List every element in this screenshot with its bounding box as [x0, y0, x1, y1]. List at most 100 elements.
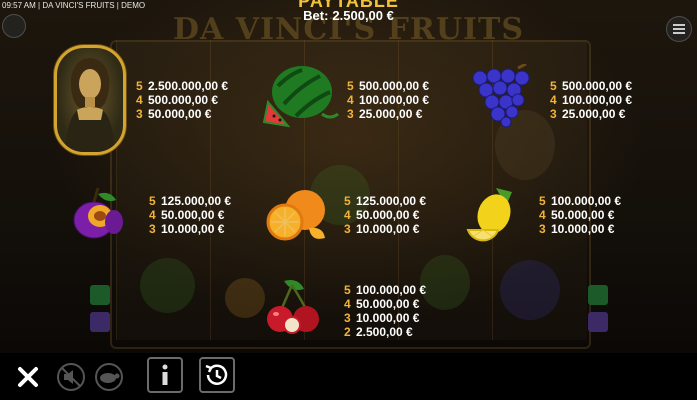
symbol-count: 5: [539, 194, 546, 208]
symbol-count: 5: [550, 79, 557, 93]
sound-button[interactable]: [56, 362, 86, 392]
close-button[interactable]: [14, 362, 42, 392]
watermelon-symbol: [262, 66, 339, 128]
symbol-count: 4: [347, 93, 354, 107]
side-button: [90, 312, 110, 332]
background-symbol: [140, 258, 195, 313]
payout-amount: 25.000,00 €: [359, 107, 423, 121]
cherry-pays: 5 100.000,00 € 4 50.000,00 € 3 10.000,00 € …: [344, 283, 426, 339]
symbol-count: 5: [344, 283, 351, 297]
payout-amount: 50.000,00 €: [356, 208, 420, 222]
symbol-count: 3: [136, 107, 143, 121]
symbol-count: 4: [550, 93, 557, 107]
pay-row: 3 10.000,00 €: [149, 222, 231, 236]
pay-row: 2 2.500,00 €: [344, 325, 426, 339]
symbol-count: 4: [344, 208, 351, 222]
symbol-count: 5: [136, 79, 143, 93]
payout-amount: 100.000,00 €: [359, 93, 430, 107]
symbol-count: 3: [344, 222, 351, 236]
info-button[interactable]: [147, 357, 183, 393]
pay-row: 5 125.000,00 €: [344, 194, 426, 208]
background-symbol: [420, 255, 470, 310]
turbo-turtle-icon: [95, 363, 123, 391]
sound-off-icon: [57, 363, 85, 391]
pay-row: 5 100.000,00 €: [539, 194, 621, 208]
info-icon: [162, 364, 168, 385]
symbol-count: 5: [149, 194, 156, 208]
pay-row: 3 25.000,00 €: [550, 107, 632, 121]
payout-amount: 100.000,00 €: [551, 194, 622, 208]
orange-pays: 5 125.000,00 € 4 50.000,00 € 3 10.000,00 €: [344, 194, 426, 236]
payout-amount: 2.500,00 €: [356, 325, 413, 339]
turbo-button[interactable]: [94, 362, 124, 392]
lemon-pays: 5 100.000,00 € 4 50.000,00 € 3 10.000,00 €: [539, 194, 621, 236]
pay-row: 3 10.000,00 €: [539, 222, 621, 236]
symbol-count: 4: [149, 208, 156, 222]
symbol-count: 5: [344, 194, 351, 208]
symbol-count: 5: [347, 79, 354, 93]
payout-amount: 25.000,00 €: [562, 107, 626, 121]
grapes-symbol: [472, 64, 530, 128]
history-button[interactable]: [199, 357, 235, 393]
watermelon-pays: 5 500.000,00 € 4 100.000,00 € 3 25.000,00 €: [347, 79, 429, 121]
plum-pays: 5 125.000,00 € 4 50.000,00 € 3 10.000,00 €: [149, 194, 231, 236]
side-button: [588, 285, 608, 305]
menu-button[interactable]: [666, 16, 692, 42]
payout-amount: 125.000,00 €: [161, 194, 232, 208]
payout-amount: 10.000,00 €: [161, 222, 225, 236]
payout-amount: 50.000,00 €: [551, 208, 615, 222]
symbol-count: 2: [344, 325, 351, 339]
grapes-pays: 5 500.000,00 € 4 100.000,00 € 3 25.000,00 €: [550, 79, 632, 121]
symbol-count: 3: [347, 107, 354, 121]
payout-amount: 100.000,00 €: [356, 283, 427, 297]
pay-row: 4 100.000,00 €: [347, 93, 429, 107]
pay-row: 4 50.000,00 €: [344, 208, 426, 222]
cherry-symbol: [267, 280, 319, 334]
background-symbol: [225, 278, 265, 318]
payout-amount: 500.000,00 €: [148, 93, 219, 107]
payout-amount: 10.000,00 €: [356, 311, 420, 325]
bet-label: Bet:: [303, 8, 329, 23]
symbol-count: 4: [344, 297, 351, 311]
payout-amount: 100.000,00 €: [562, 93, 633, 107]
payout-amount: 50.000,00 €: [161, 208, 225, 222]
pay-row: 3 50.000,00 €: [136, 107, 228, 121]
symbol-count: 3: [344, 311, 351, 325]
payout-amount: 50.000,00 €: [356, 297, 420, 311]
pay-row: 4 50.000,00 €: [539, 208, 621, 222]
mona-lisa-symbol: [54, 45, 126, 155]
payout-amount: 500.000,00 €: [562, 79, 633, 93]
pay-row: 4 500.000,00 €: [136, 93, 228, 107]
pay-row: 4 100.000,00 €: [550, 93, 632, 107]
pay-row: 3 10.000,00 €: [344, 222, 426, 236]
mona-lisa-pays: 5 2.500.000,00 € 4 500.000,00 € 3 50.000,00…: [136, 79, 228, 121]
pay-row: 4 50.000,00 €: [149, 208, 231, 222]
symbol-count: 3: [149, 222, 156, 236]
symbol-count: 3: [550, 107, 557, 121]
payout-amount: 2.500.000,00 €: [148, 79, 229, 93]
plum-symbol: [73, 187, 123, 239]
symbol-count: 4: [539, 208, 546, 222]
close-icon: [18, 367, 38, 387]
symbol-count: 3: [539, 222, 546, 236]
side-button: [588, 312, 608, 332]
pay-row: 5 500.000,00 €: [550, 79, 632, 93]
pay-row: 3 10.000,00 €: [344, 311, 426, 325]
bottom-toolbar: [0, 353, 697, 400]
pay-row: 5 2.500.000,00 €: [136, 79, 228, 93]
symbol-count: 4: [136, 93, 143, 107]
history-icon: [205, 364, 228, 385]
payout-amount: 500.000,00 €: [359, 79, 430, 93]
bet-display: Bet: 2.500,00 €: [0, 8, 697, 23]
orange-symbol: [266, 190, 325, 241]
pay-row: 3 25.000,00 €: [347, 107, 429, 121]
payout-amount: 10.000,00 €: [551, 222, 615, 236]
pay-row: 5 100.000,00 €: [344, 283, 426, 297]
pay-row: 4 50.000,00 €: [344, 297, 426, 311]
bet-value: 2.500,00 €: [332, 8, 394, 23]
background-symbol: [500, 260, 560, 320]
pay-row: 5 125.000,00 €: [149, 194, 231, 208]
payout-amount: 125.000,00 €: [356, 194, 427, 208]
side-button: [90, 285, 110, 305]
pay-row: 5 500.000,00 €: [347, 79, 429, 93]
